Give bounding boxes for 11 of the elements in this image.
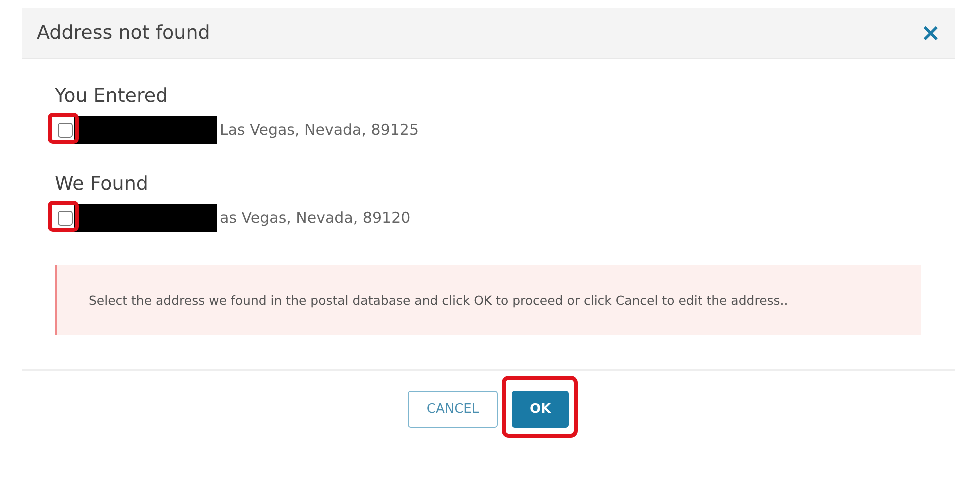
checkbox[interactable] (58, 122, 73, 138)
address-text: Las Vegas, Nevada, 89125 (220, 121, 420, 139)
checkbox[interactable] (58, 210, 73, 226)
cancel-button[interactable]: CANCEL (408, 391, 498, 428)
ok-button[interactable]: OK (512, 391, 569, 428)
address-text: as Vegas, Nevada, 89120 (220, 209, 411, 227)
alert-message: Select the address we found in the postal database and click OK to proceed or click Cancel to edit the address.. (89, 292, 788, 308)
section-heading: We Found (55, 173, 150, 195)
close-icon[interactable]: × (920, 21, 941, 45)
section-heading: You Entered (55, 85, 170, 107)
dialog-title: Address not found (37, 22, 210, 44)
